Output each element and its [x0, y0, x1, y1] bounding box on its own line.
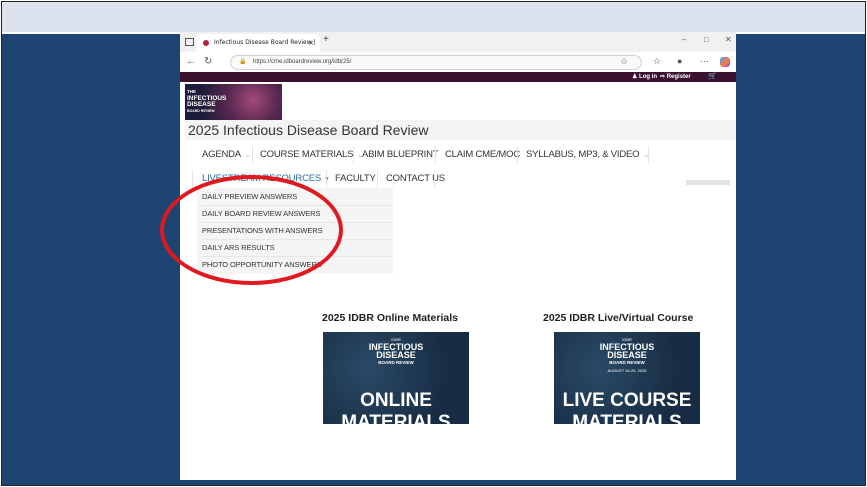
nav-underline-accent [686, 180, 730, 185]
annotation-circle [160, 175, 343, 285]
tab-bar: Infectious Disease Board Review | × + – … [180, 32, 736, 52]
cart-icon[interactable]: 🛒 [708, 72, 717, 82]
tab-title: Infectious Disease Board Review | [214, 39, 316, 46]
promo-dates: AUGUST 16-20, 2025 [607, 368, 647, 373]
login-label: Log in [639, 74, 658, 80]
live-course-heading: 2025 IDBR Live/Virtual Course [543, 312, 694, 324]
tab-actions-icon[interactable] [185, 38, 194, 46]
promo-big-line1: LIVE COURSE [562, 390, 692, 411]
site-favicon-icon [203, 40, 209, 46]
promo-line2: DISEASE [376, 350, 416, 360]
nav-divider [648, 146, 649, 164]
register-link[interactable]: ⇨ Register [660, 72, 691, 82]
logo-text: THE INFECTIOUS DISEASE BOARD REVIEW [187, 89, 227, 113]
site-logo[interactable]: THE INFECTIOUS DISEASE BOARD REVIEW [185, 84, 282, 120]
favorite-star-icon[interactable]: ☆ [620, 56, 628, 67]
promo-big-line1: ONLINE [360, 390, 432, 411]
site-title-bar: 2025 Infectious Disease Board Review [186, 120, 736, 140]
close-window-button[interactable]: ✕ [725, 35, 732, 44]
nav-divider [517, 146, 518, 164]
promo-line2: DISEASE [607, 350, 647, 360]
tab-close-icon[interactable]: × [308, 34, 314, 52]
browser-tab[interactable]: Infectious Disease Board Review | × [196, 34, 320, 52]
nav-divider [353, 146, 354, 164]
more-menu-icon[interactable]: ··· [700, 56, 709, 66]
logo-line1: THE [187, 89, 196, 94]
lock-icon: 🔒 [239, 59, 247, 65]
nav-divider [326, 170, 327, 188]
register-label: Register [666, 74, 691, 80]
maximize-button[interactable]: □ [704, 35, 709, 44]
nav-syllabus-label: SYLLABUS, MP3, & VIDEO [526, 149, 640, 160]
back-icon[interactable]: ← [186, 56, 196, 67]
promo-big-text: LIVE COURSE MATERIALS [554, 390, 700, 434]
refresh-icon[interactable]: ↻ [204, 56, 212, 67]
minimize-button[interactable]: – [682, 35, 686, 44]
nav-claim-cme[interactable]: CLAIM CME/MOC [445, 149, 520, 160]
nav-divider [434, 170, 435, 188]
address-bar: ← ↻ 🔒 https://cme.idboardreview.org/idbr… [180, 52, 736, 73]
slide-header-bar [2, 2, 865, 34]
nav-faculty[interactable]: FACULTY [335, 173, 376, 184]
nav-course-materials[interactable]: COURSE MATERIALS ⌄ [260, 149, 363, 160]
promo-big-text: ONLINE MATERIALS [323, 390, 469, 434]
promo-big-line2: MATERIALS [572, 412, 682, 433]
nav-abim-blueprint[interactable]: ABIM BLUEPRINT [362, 149, 439, 160]
nav-divider [435, 146, 436, 164]
nav-divider [252, 146, 253, 164]
logo-line3: BOARD REVIEW [187, 108, 215, 113]
copilot-icon[interactable] [720, 57, 730, 67]
profile-icon[interactable]: ● [677, 56, 682, 66]
promo-line3: BOARD REVIEW [378, 360, 414, 365]
url-text: https://cme.idboardreview.org/idbr25/ [253, 59, 352, 65]
url-field[interactable]: 🔒 https://cme.idboardreview.org/idbr25/ [230, 55, 642, 70]
online-materials-banner[interactable]: IDBR INFECTIOUS DISEASE BOARD REVIEW ONL… [323, 332, 469, 433]
favorites-icon[interactable]: ☆ [653, 56, 661, 67]
promo-big-line2: MATERIALS [341, 412, 451, 433]
nav-divider [377, 170, 378, 188]
promo-line3: BOARD REVIEW [609, 360, 645, 365]
new-tab-button[interactable]: + [323, 34, 329, 45]
chevron-down-icon: ⌄ [244, 152, 251, 159]
live-course-banner[interactable]: IDBR INFECTIOUS DISEASE BOARD REVIEW AUG… [554, 332, 700, 433]
login-link[interactable]: ♟ Log in [632, 72, 657, 82]
nav-divider [192, 170, 193, 188]
nav-course-materials-label: COURSE MATERIALS [260, 149, 354, 160]
nav-agenda-label: AGENDA [202, 149, 241, 160]
nav-agenda[interactable]: AGENDA ⌄ [202, 149, 251, 160]
nav-contact-us[interactable]: CONTACT US [386, 173, 445, 184]
site-top-bar: ♟ Log in ⇨ Register 🛒 [180, 72, 736, 82]
site-title: 2025 Infectious Disease Board Review [188, 122, 429, 138]
online-materials-heading: 2025 IDBR Online Materials [322, 312, 458, 324]
nav-syllabus[interactable]: SYLLABUS, MP3, & VIDEO ⌄ [526, 149, 649, 160]
logo-line2: INFECTIOUS DISEASE [187, 94, 227, 108]
